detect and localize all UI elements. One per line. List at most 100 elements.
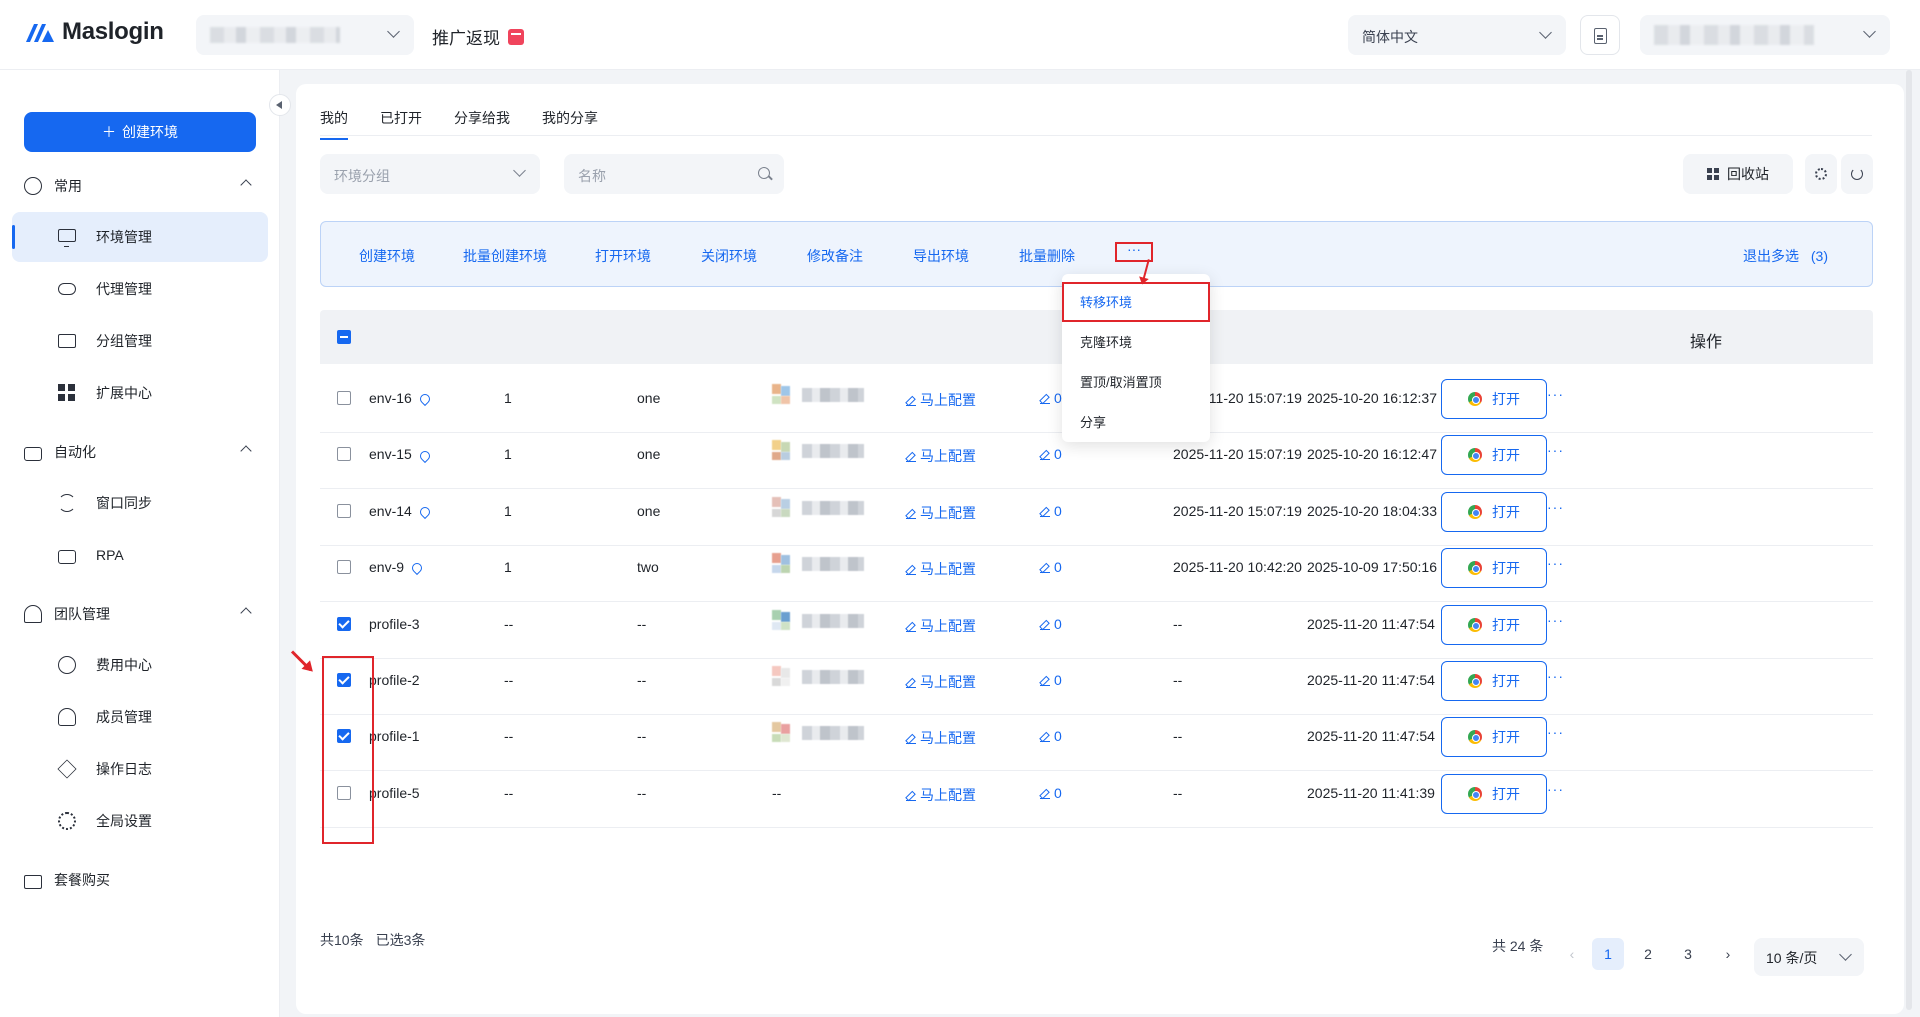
open-button[interactable]: 打开 [1441,435,1547,476]
pin-icon[interactable] [417,505,432,520]
table-row[interactable]: profile-5 -- -- -- 马上配置 0 -- 2025-11-20 11:41:3… [320,759,1873,828]
prev-page-button[interactable]: ‹ [1556,938,1588,970]
configure-link[interactable]: 马上配置 [906,616,976,636]
note-edit-link[interactable]: 0 [1040,672,1062,688]
exit-multiselect-button[interactable]: 退出多选 (3) [1743,246,1828,266]
sidebar-item-settings[interactable]: 全局设置 [12,796,268,846]
note-edit-link[interactable]: 0 [1040,446,1062,462]
env-name: env-15 [369,446,412,463]
menu-item-pin[interactable]: 置顶/取消置顶 [1080,372,1162,391]
nav-group-automation[interactable]: 自动化 [24,442,256,462]
env-name-cell[interactable]: env-16 [369,390,432,407]
chevron-up-icon [240,607,252,619]
pin-icon[interactable] [417,448,432,463]
row-more-button[interactable]: ··· [1547,386,1564,402]
configure-link[interactable]: 马上配置 [906,672,976,692]
batch-open-button[interactable]: 打开环境 [595,246,651,266]
note-edit-link[interactable]: 0 [1040,616,1062,632]
sidebar-item-billing[interactable]: 费用中心 [12,640,268,690]
batch-close-button[interactable]: 关闭环境 [701,246,757,266]
sidebar-item-logs[interactable]: 操作日志 [12,744,268,794]
sidebar-item-environments[interactable]: 环境管理 [12,212,268,262]
note-edit-link[interactable]: 0 [1040,390,1062,406]
group-filter-select[interactable]: 环境分组 [320,154,540,194]
batch-export-button[interactable]: 导出环境 [913,246,969,266]
configure-link[interactable]: 马上配置 [906,503,976,523]
page-3-button[interactable]: 3 [1672,938,1704,970]
note-edit-link[interactable]: 0 [1040,559,1062,575]
batch-bulk-create-button[interactable]: 批量创建环境 [463,246,547,266]
page-2-button[interactable]: 2 [1632,938,1664,970]
row-more-button[interactable]: ··· [1547,499,1564,515]
refresh-button[interactable] [1841,154,1873,194]
sidebar-item-window-sync[interactable]: 窗口同步 [12,478,268,528]
open-button[interactable]: 打开 [1441,548,1547,589]
env-name-cell[interactable]: profile-3 [369,616,420,632]
row-checkbox[interactable] [337,560,351,575]
page-size-select[interactable]: 10 条/页 [1754,938,1864,976]
next-page-button[interactable]: › [1712,938,1744,970]
row-more-button[interactable]: ··· [1547,442,1564,458]
note-edit-link[interactable]: 0 [1040,503,1062,519]
sidebar-item-extensions[interactable]: 扩展中心 [12,368,268,418]
sidebar-item-plans[interactable]: 套餐购买 [24,870,256,890]
open-button[interactable]: 打开 [1441,604,1547,645]
row-more-button[interactable]: ··· [1547,781,1564,797]
nav-group-common[interactable]: 常用 [24,176,256,196]
create-environment-button[interactable]: ＋ 创建环境 [24,112,256,152]
row-more-button[interactable]: ··· [1547,555,1564,571]
page-1-button[interactable]: 1 [1592,938,1624,970]
configure-link[interactable]: 马上配置 [906,446,976,466]
batch-create-button[interactable]: 创建环境 [359,246,415,266]
pin-icon[interactable] [409,561,425,576]
env-name-cell[interactable]: profile-2 [369,672,420,688]
row-checkbox[interactable] [337,616,351,631]
name-search-input[interactable]: 名称 [564,154,784,194]
row-checkbox[interactable] [337,503,351,518]
configure-link[interactable]: 马上配置 [906,728,976,748]
env-name-cell[interactable]: env-9 [369,559,425,576]
sidebar-item-members[interactable]: 成员管理 [12,692,268,742]
note-count: 0 [1054,728,1062,745]
open-button[interactable]: 打开 [1441,491,1547,532]
sidebar-item-rpa[interactable]: RPA [12,530,268,580]
batch-edit-note-button[interactable]: 修改备注 [807,246,863,266]
env-name-cell[interactable]: env-15 [369,446,432,463]
nav-group-team[interactable]: 团队管理 [24,604,256,624]
configure-link[interactable]: 马上配置 [906,390,976,410]
workspace-select[interactable] [196,15,414,55]
env-name-cell[interactable]: env-14 [369,503,432,520]
row-checkbox[interactable] [337,391,351,405]
configure-link[interactable]: 马上配置 [906,785,976,805]
open-button[interactable]: 打开 [1441,379,1547,419]
language-select[interactable]: 简体中文 [1348,15,1566,55]
sidebar-item-proxies[interactable]: 代理管理 [12,264,268,314]
sidebar-item-groups[interactable]: 分组管理 [12,316,268,366]
env-name-cell[interactable]: profile-1 [369,728,420,744]
logo[interactable]: Maslogin [24,18,164,46]
configure-link[interactable]: 马上配置 [906,559,976,579]
row-more-button[interactable]: ··· [1547,668,1564,684]
batch-delete-button[interactable]: 批量删除 [1019,246,1075,266]
open-button[interactable]: 打开 [1441,661,1547,701]
recycle-bin-button[interactable]: 回收站 [1683,154,1793,194]
menu-item-clone[interactable]: 克隆环境 [1080,332,1132,351]
row-more-button[interactable]: ··· [1547,724,1564,740]
open-button[interactable]: 打开 [1441,773,1547,814]
sidebar-collapse-button[interactable] [269,94,291,116]
menu-item-share[interactable]: 分享 [1080,412,1106,431]
open-button[interactable]: 打开 [1441,717,1547,758]
select-all-checkbox[interactable] [337,330,351,344]
pin-icon[interactable] [417,392,432,407]
user-menu[interactable] [1640,15,1890,55]
row-more-button[interactable]: ··· [1547,612,1564,628]
env-name-cell[interactable]: profile-5 [369,785,420,801]
docs-button[interactable] [1580,15,1620,55]
note-edit-link[interactable]: 0 [1040,728,1062,744]
settings-button[interactable] [1805,154,1837,194]
promo-link[interactable]: 推广返现 [432,24,524,49]
row-checkbox[interactable] [337,447,351,462]
page-scrollbar[interactable] [1906,70,1912,1010]
proxy-info-redacted [772,440,877,472]
note-edit-link[interactable]: 0 [1040,785,1062,801]
